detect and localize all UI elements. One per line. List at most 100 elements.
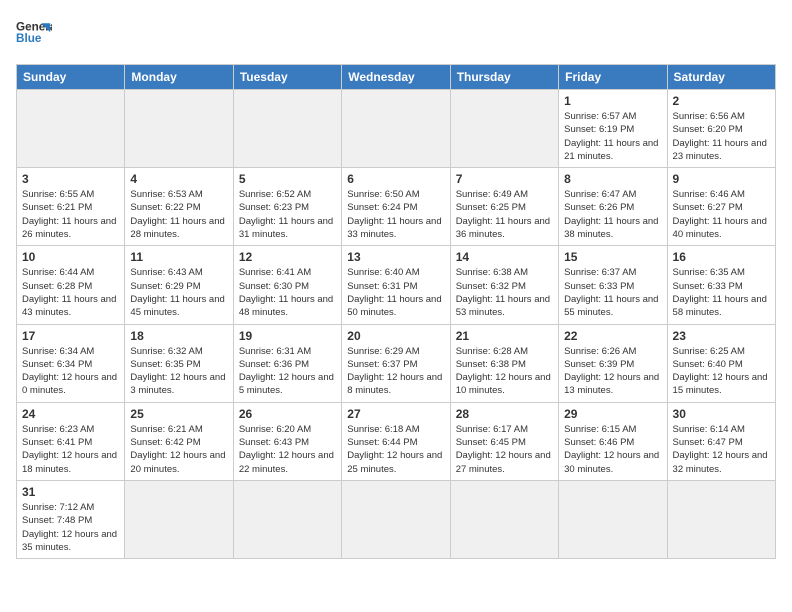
day-number: 17 [22,329,119,343]
day-info: Sunrise: 6:26 AM Sunset: 6:39 PM Dayligh… [564,345,661,398]
day-number: 30 [673,407,770,421]
day-header-friday: Friday [559,65,667,90]
day-cell [450,90,558,168]
day-cell: 4 Sunrise: 6:53 AM Sunset: 6:22 PM Daylig… [125,168,233,246]
day-info: Sunrise: 6:31 AM Sunset: 6:36 PM Dayligh… [239,345,336,398]
day-header-thursday: Thursday [450,65,558,90]
day-number: 16 [673,250,770,264]
day-info: Sunrise: 6:40 AM Sunset: 6:31 PM Dayligh… [347,266,444,319]
week-row-4: 24 Sunrise: 6:23 AM Sunset: 6:41 PM Dayli… [17,402,776,480]
day-number: 31 [22,485,119,499]
day-number: 15 [564,250,661,264]
day-cell: 24 Sunrise: 6:23 AM Sunset: 6:41 PM Dayli… [17,402,125,480]
day-number: 22 [564,329,661,343]
day-number: 3 [22,172,119,186]
day-cell: 26Sunrise: 6:20 AM Sunset: 6:43 PM Dayli… [233,402,341,480]
day-cell: 14Sunrise: 6:38 AM Sunset: 6:32 PM Dayli… [450,246,558,324]
calendar-table: SundayMondayTuesdayWednesdayThursdayFrid… [16,64,776,559]
day-cell: 18 Sunrise: 6:32 AM Sunset: 6:35 PM Dayli… [125,324,233,402]
day-cell: 16 Sunrise: 6:35 AM Sunset: 6:33 PM Dayli… [667,246,775,324]
day-info: Sunrise: 6:14 AM Sunset: 6:47 PM Dayligh… [673,423,770,476]
day-info: Sunrise: 6:23 AM Sunset: 6:41 PM Dayligh… [22,423,119,476]
day-info: Sunrise: 6:56 AM Sunset: 6:20 PM Dayligh… [673,110,770,163]
day-cell: 9Sunrise: 6:46 AM Sunset: 6:27 PM Daylig… [667,168,775,246]
day-cell: 25 Sunrise: 6:21 AM Sunset: 6:42 PM Dayli… [125,402,233,480]
day-number: 12 [239,250,336,264]
day-number: 24 [22,407,119,421]
day-cell: 30 Sunrise: 6:14 AM Sunset: 6:47 PM Dayli… [667,402,775,480]
day-info: Sunrise: 6:47 AM Sunset: 6:26 PM Dayligh… [564,188,661,241]
calendar-body: 1 Sunrise: 6:57 AM Sunset: 6:19 PM Daylig… [17,90,776,559]
day-info: Sunrise: 6:15 AM Sunset: 6:46 PM Dayligh… [564,423,661,476]
day-number: 25 [130,407,227,421]
day-number: 2 [673,94,770,108]
day-info: Sunrise: 6:28 AM Sunset: 6:38 PM Dayligh… [456,345,553,398]
day-number: 27 [347,407,444,421]
day-cell [233,480,341,558]
day-number: 10 [22,250,119,264]
week-row-1: 3 Sunrise: 6:55 AM Sunset: 6:21 PM Daylig… [17,168,776,246]
day-number: 18 [130,329,227,343]
svg-text:Blue: Blue [16,32,42,45]
day-cell: 2 Sunrise: 6:56 AM Sunset: 6:20 PM Daylig… [667,90,775,168]
day-info: Sunrise: 6:41 AM Sunset: 6:30 PM Dayligh… [239,266,336,319]
day-number: 19 [239,329,336,343]
day-info: Sunrise: 6:49 AM Sunset: 6:25 PM Dayligh… [456,188,553,241]
day-cell: 29 Sunrise: 6:15 AM Sunset: 6:46 PM Dayli… [559,402,667,480]
day-cell: 22 Sunrise: 6:26 AM Sunset: 6:39 PM Dayli… [559,324,667,402]
day-info: Sunrise: 6:21 AM Sunset: 6:42 PM Dayligh… [130,423,227,476]
day-cell: 6 Sunrise: 6:50 AM Sunset: 6:24 PM Daylig… [342,168,450,246]
day-cell: 15 Sunrise: 6:37 AM Sunset: 6:33 PM Dayli… [559,246,667,324]
day-header-sunday: Sunday [17,65,125,90]
day-number: 11 [130,250,227,264]
day-info: Sunrise: 6:55 AM Sunset: 6:21 PM Dayligh… [22,188,119,241]
day-info: Sunrise: 6:25 AM Sunset: 6:40 PM Dayligh… [673,345,770,398]
day-header-monday: Monday [125,65,233,90]
day-number: 13 [347,250,444,264]
day-number: 23 [673,329,770,343]
day-header-saturday: Saturday [667,65,775,90]
day-cell: 13 Sunrise: 6:40 AM Sunset: 6:31 PM Dayli… [342,246,450,324]
day-number: 1 [564,94,661,108]
week-row-0: 1 Sunrise: 6:57 AM Sunset: 6:19 PM Daylig… [17,90,776,168]
day-info: Sunrise: 6:32 AM Sunset: 6:35 PM Dayligh… [130,345,227,398]
day-number: 29 [564,407,661,421]
day-number: 4 [130,172,227,186]
day-info: Sunrise: 6:43 AM Sunset: 6:29 PM Dayligh… [130,266,227,319]
week-row-2: 10 Sunrise: 6:44 AM Sunset: 6:28 PM Dayli… [17,246,776,324]
week-row-5: 31Sunrise: 7:12 AM Sunset: 7:48 PM Dayli… [17,480,776,558]
day-info: Sunrise: 6:18 AM Sunset: 6:44 PM Dayligh… [347,423,444,476]
day-cell: 10 Sunrise: 6:44 AM Sunset: 6:28 PM Dayli… [17,246,125,324]
day-cell [125,480,233,558]
day-cell [125,90,233,168]
day-number: 5 [239,172,336,186]
day-info: Sunrise: 6:50 AM Sunset: 6:24 PM Dayligh… [347,188,444,241]
logo: General Blue [16,16,52,52]
day-info: Sunrise: 6:38 AM Sunset: 6:32 PM Dayligh… [456,266,553,319]
day-number: 6 [347,172,444,186]
day-info: Sunrise: 6:53 AM Sunset: 6:22 PM Dayligh… [130,188,227,241]
day-number: 28 [456,407,553,421]
day-number: 9 [673,172,770,186]
day-cell [450,480,558,558]
day-info: Sunrise: 6:37 AM Sunset: 6:33 PM Dayligh… [564,266,661,319]
day-info: Sunrise: 6:44 AM Sunset: 6:28 PM Dayligh… [22,266,119,319]
day-cell: 17Sunrise: 6:34 AM Sunset: 6:34 PM Dayli… [17,324,125,402]
day-cell: 31Sunrise: 7:12 AM Sunset: 7:48 PM Dayli… [17,480,125,558]
page-header: General Blue [16,16,776,52]
day-number: 21 [456,329,553,343]
day-cell [559,480,667,558]
day-cell: 21 Sunrise: 6:28 AM Sunset: 6:38 PM Dayli… [450,324,558,402]
day-info: Sunrise: 6:20 AM Sunset: 6:43 PM Dayligh… [239,423,336,476]
week-row-3: 17Sunrise: 6:34 AM Sunset: 6:34 PM Dayli… [17,324,776,402]
day-info: Sunrise: 6:17 AM Sunset: 6:45 PM Dayligh… [456,423,553,476]
day-cell: 1 Sunrise: 6:57 AM Sunset: 6:19 PM Daylig… [559,90,667,168]
day-number: 8 [564,172,661,186]
day-info: Sunrise: 6:35 AM Sunset: 6:33 PM Dayligh… [673,266,770,319]
day-cell: 28 Sunrise: 6:17 AM Sunset: 6:45 PM Dayli… [450,402,558,480]
day-cell: 7Sunrise: 6:49 AM Sunset: 6:25 PM Daylig… [450,168,558,246]
day-number: 20 [347,329,444,343]
day-cell: 11 Sunrise: 6:43 AM Sunset: 6:29 PM Dayli… [125,246,233,324]
day-cell: 20Sunrise: 6:29 AM Sunset: 6:37 PM Dayli… [342,324,450,402]
day-info: Sunrise: 6:57 AM Sunset: 6:19 PM Dayligh… [564,110,661,163]
